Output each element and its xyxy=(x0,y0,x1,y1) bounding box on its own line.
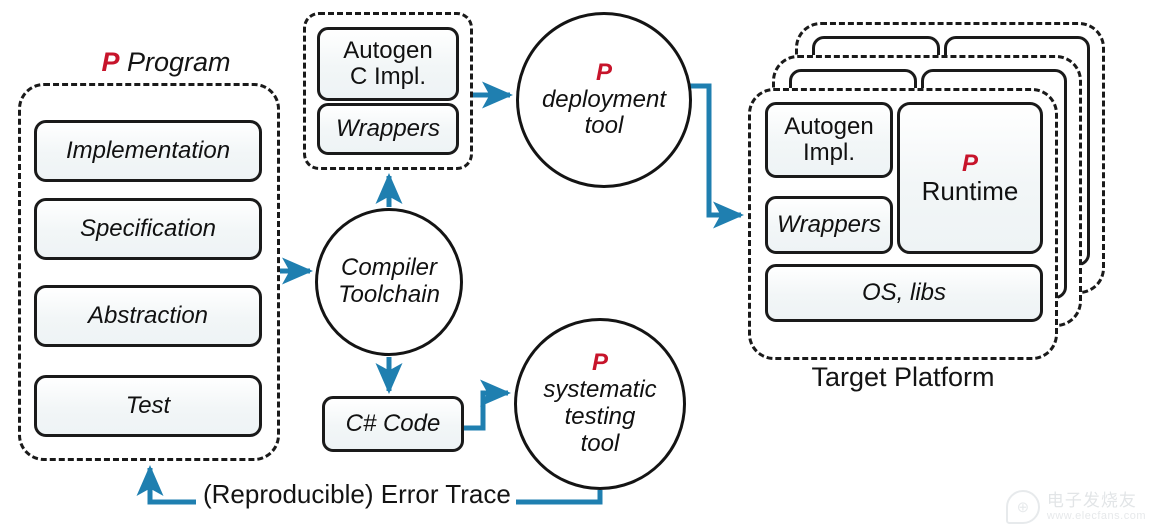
testing-p-mark: P xyxy=(591,349,608,377)
edge-deployment-to-platform xyxy=(690,83,745,229)
edge-csharp-to-testing xyxy=(464,379,512,431)
program-item-label: Abstraction xyxy=(87,302,209,330)
watermark-chinese-text: 电子发烧友 xyxy=(1046,491,1137,511)
testing-line2: testing xyxy=(564,403,636,430)
program-item-abstraction[interactable]: Abstraction xyxy=(34,285,262,347)
runtime-label: Runtime xyxy=(921,175,1019,206)
compiler-line1: Compiler xyxy=(340,254,438,282)
platform-runtime-box[interactable]: P Runtime xyxy=(897,102,1043,254)
platform-autogen-impl-box[interactable]: Autogen Impl. xyxy=(765,102,893,178)
watermark-logo-icon: ⊕ xyxy=(1005,490,1040,524)
testing-line1: systematic xyxy=(543,376,657,404)
compiler-line2: Toolchain xyxy=(338,281,440,308)
program-p-mark: P xyxy=(101,47,120,77)
program-item-specification[interactable]: Specification xyxy=(34,198,262,260)
platform-wrappers-label: Wrappers xyxy=(776,211,882,239)
platform-os-libs-label: OS, libs xyxy=(861,279,947,307)
autogen-c-impl-line2: C Impl. xyxy=(349,63,426,90)
platform-os-libs-box[interactable]: OS, libs xyxy=(765,264,1043,322)
csharp-code-box[interactable]: C# Code xyxy=(322,396,464,452)
diagram-canvas: P Program Implementation Specification A… xyxy=(0,0,1156,530)
testing-line3: tool xyxy=(580,429,620,457)
program-item-label: Implementation xyxy=(65,137,231,165)
program-item-test[interactable]: Test xyxy=(34,375,262,437)
program-item-label: Specification xyxy=(79,215,217,243)
csharp-code-label: C# Code xyxy=(345,410,441,438)
platform-wrappers-box[interactable]: Wrappers xyxy=(765,196,893,254)
error-trace-label: (Reproducible) Error Trace xyxy=(198,479,516,510)
program-item-label: Test xyxy=(125,392,171,420)
target-platform-caption: Target Platform xyxy=(811,362,995,392)
platform-autogen-impl-line1: Autogen xyxy=(784,113,874,141)
site-watermark: ⊕ 电子发烧友 www.elecfans.com xyxy=(1005,490,1146,524)
autogen-wrappers-box[interactable]: Wrappers xyxy=(317,103,459,155)
deployment-tool-node[interactable]: P deployment tool xyxy=(516,12,692,188)
compiler-toolchain-node[interactable]: Compiler Toolchain xyxy=(315,208,463,356)
watermark-url-text: www.elecfans.com xyxy=(1046,510,1146,523)
deployment-p-mark: P xyxy=(595,58,612,86)
program-title-text: Program xyxy=(127,47,231,77)
program-title: P Program xyxy=(36,47,296,78)
platform-autogen-impl-line2: Impl. xyxy=(802,139,855,166)
program-item-implementation[interactable]: Implementation xyxy=(34,120,262,182)
deployment-line1: deployment xyxy=(541,85,667,113)
deployment-line2: tool xyxy=(584,112,624,140)
autogen-c-impl-box[interactable]: Autogen C Impl. xyxy=(317,27,459,101)
autogen-wrappers-label: Wrappers xyxy=(335,115,441,143)
autogen-c-impl-line1: Autogen xyxy=(343,37,433,65)
systematic-testing-tool-node[interactable]: P systematic testing tool xyxy=(514,318,686,490)
runtime-p-mark: P xyxy=(961,150,978,177)
